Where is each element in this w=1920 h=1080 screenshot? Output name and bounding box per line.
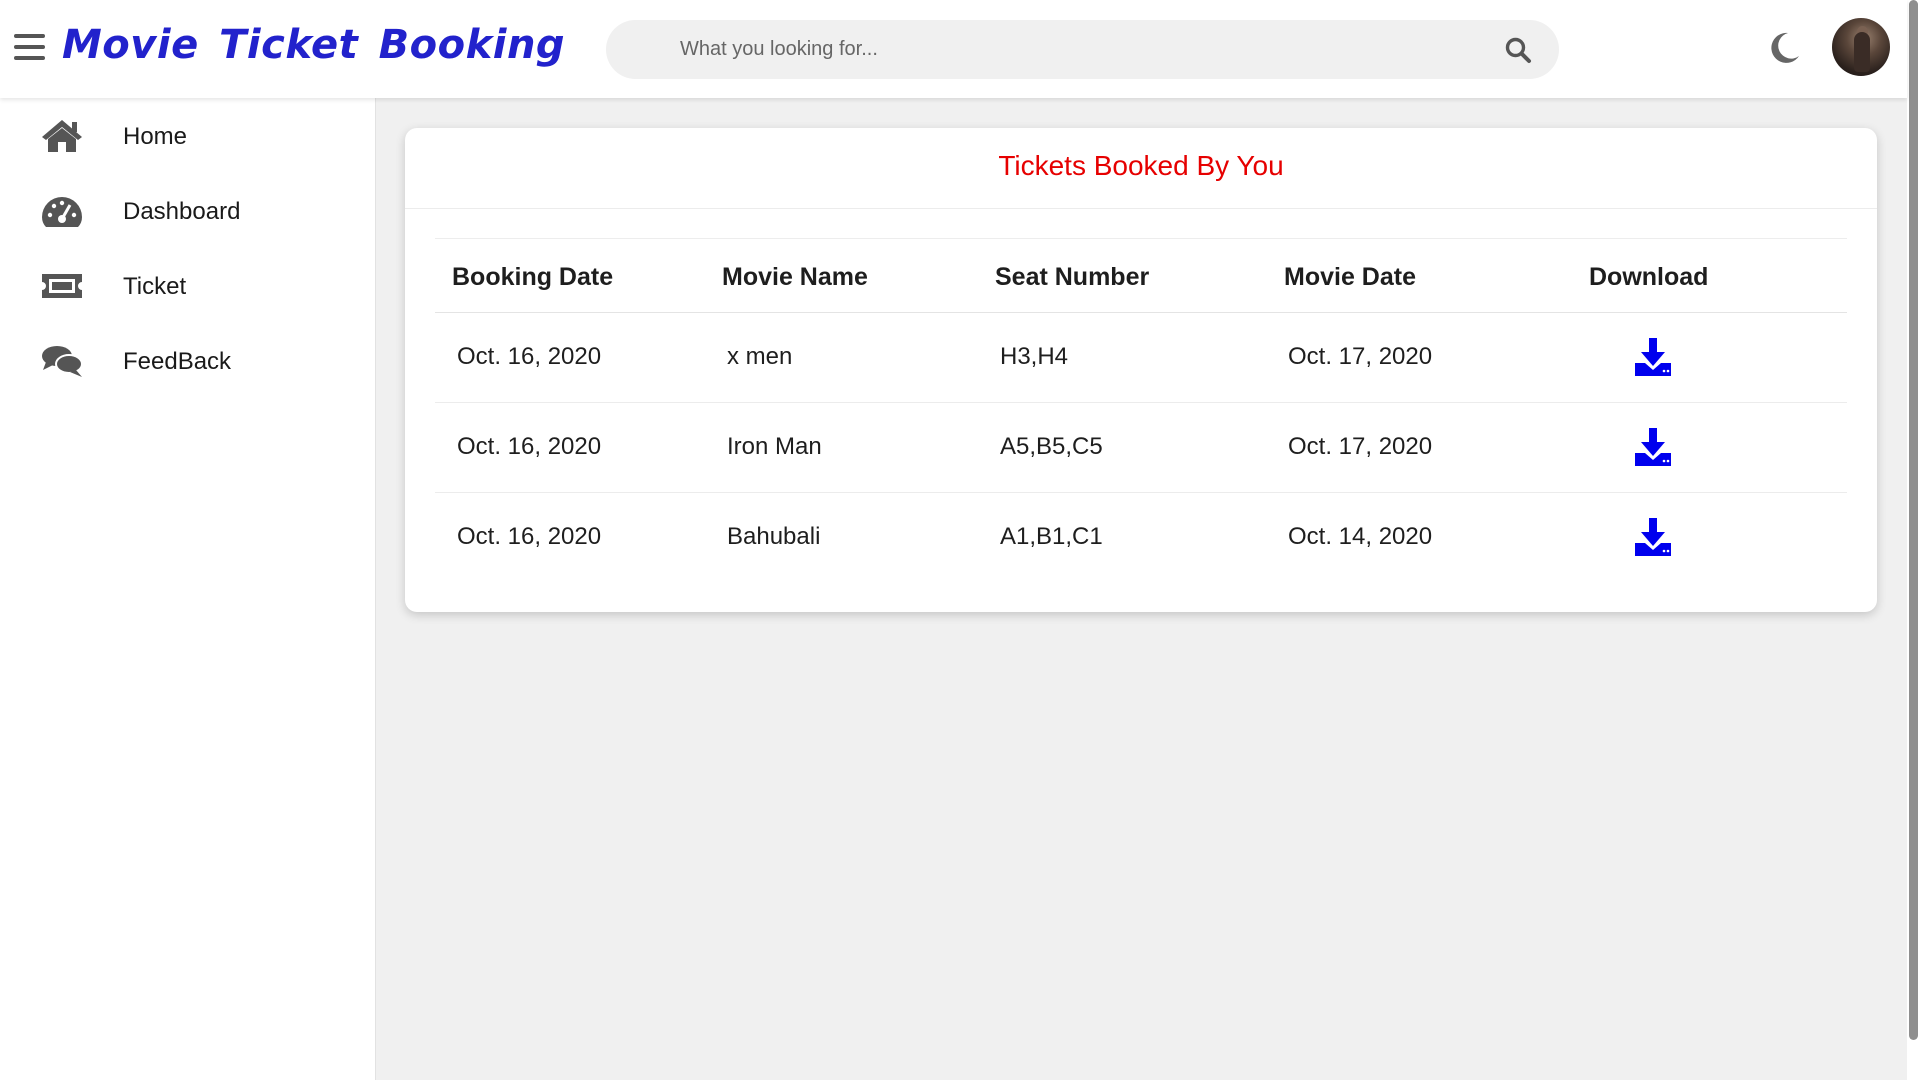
column-header: Booking Date [452, 263, 614, 291]
scrollbar-thumb[interactable] [1909, 0, 1918, 1040]
column-header: Movie Date [1284, 263, 1416, 291]
sidebar-item-label: Home [123, 123, 188, 150]
top-navbar: Movie Ticket Booking [0, 0, 1907, 98]
column-header: Movie Name [722, 263, 868, 291]
sidebar: Home Dashboard Ticket FeedBack [0, 98, 376, 1080]
menu-icon[interactable] [14, 34, 45, 62]
movie-name: Bahubali [727, 523, 821, 550]
dashboard-icon [42, 197, 82, 227]
movie-date: Oct. 14, 2020 [1288, 523, 1433, 550]
sidebar-item-dashboard[interactable]: Dashboard [0, 181, 376, 241]
moon-icon[interactable] [1766, 30, 1802, 66]
brand-logo[interactable]: Movie Ticket Booking [62, 22, 565, 68]
table-row: Oct. 16, 2020 Iron Man A5,B5,C5 Oct. 17,… [435, 403, 1847, 493]
column-header: Seat Number [995, 263, 1150, 291]
seat-number: H3,H4 [1000, 343, 1069, 370]
search-icon[interactable] [1504, 36, 1532, 64]
card-title: Tickets Booked By You [998, 150, 1284, 181]
sidebar-item-label: Dashboard [123, 198, 241, 225]
sidebar-item-home[interactable]: Home [0, 106, 376, 166]
booking-date: Oct. 16, 2020 [457, 433, 602, 460]
table-header: Booking Date Movie Name Seat Number Movi… [435, 238, 1847, 313]
table-row: Oct. 16, 2020 Bahubali A1,B1,C1 Oct. 14,… [435, 493, 1847, 583]
movie-name: x men [727, 343, 793, 370]
home-icon [42, 120, 82, 152]
feedback-icon [42, 346, 83, 377]
divider [405, 208, 1877, 209]
download-icon[interactable] [1633, 517, 1673, 557]
ticket-icon [42, 274, 82, 298]
seat-number: A5,B5,C5 [1000, 433, 1103, 460]
seat-number: A1,B1,C1 [1000, 523, 1103, 550]
movie-date: Oct. 17, 2020 [1288, 433, 1433, 460]
sidebar-item-label: FeedBack [123, 348, 232, 375]
download-icon[interactable] [1633, 427, 1673, 467]
bookings-card: Tickets Booked By You Booking Date Movie… [405, 128, 1877, 612]
table-row: Oct. 16, 2020 x men H3,H4 Oct. 17, 2020 [435, 313, 1847, 403]
avatar[interactable] [1832, 18, 1890, 76]
column-header: Download [1589, 263, 1709, 291]
movie-date: Oct. 17, 2020 [1288, 343, 1433, 370]
sidebar-item-label: Ticket [123, 273, 187, 300]
sidebar-item-ticket[interactable]: Ticket [0, 256, 376, 316]
download-icon[interactable] [1633, 337, 1673, 377]
booking-date: Oct. 16, 2020 [457, 523, 602, 550]
search-input[interactable] [680, 20, 1460, 79]
sidebar-item-feedback[interactable]: FeedBack [0, 331, 376, 391]
search-bar [606, 20, 1559, 79]
bookings-table: Booking Date Movie Name Seat Number Movi… [435, 238, 1847, 583]
movie-name: Iron Man [727, 433, 822, 460]
booking-date: Oct. 16, 2020 [457, 343, 602, 370]
